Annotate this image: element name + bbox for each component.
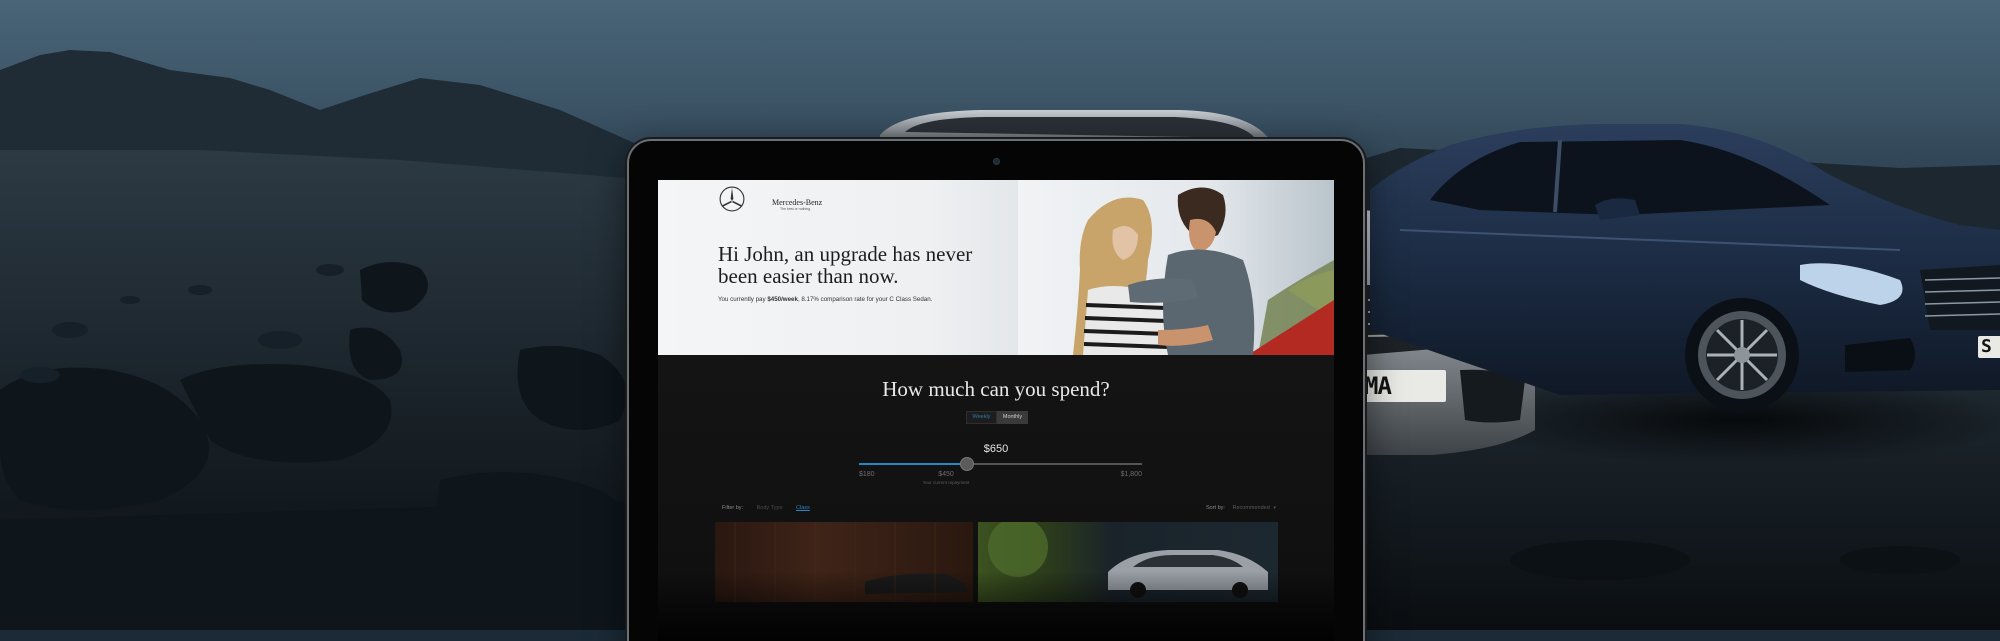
toggle-weekly[interactable]: Weekly bbox=[966, 411, 997, 424]
license-plate-front: MA 6317 bbox=[1364, 372, 1392, 400]
couple-photo bbox=[1018, 180, 1334, 355]
screen-bottom-fade bbox=[658, 571, 1334, 641]
subtitle-suffix: , 8.17% comparison rate for your C Class… bbox=[797, 296, 933, 303]
brand-tagline: The best or nothing. bbox=[780, 207, 812, 211]
slider-fill bbox=[859, 463, 967, 465]
slider-thumb[interactable] bbox=[960, 458, 973, 470]
filter-bar: Filter by: Body Type Class bbox=[722, 505, 822, 511]
brand-name: Mercedes-Benz bbox=[772, 197, 823, 207]
hero-banner: Mercedes-Benz The best or nothing. Hi Jo… bbox=[658, 180, 1334, 355]
hero-subtitle: You currently pay $450/week, 8.17% compa… bbox=[718, 296, 1018, 303]
filter-label: Filter by: bbox=[722, 505, 744, 511]
mercedes-star-icon bbox=[719, 186, 745, 212]
budget-amount: $650 bbox=[983, 443, 1009, 455]
sort-value: Recommended bbox=[1232, 505, 1270, 511]
sort-control[interactable]: Sort by: Recommended ▾ bbox=[1206, 505, 1276, 511]
laptop-screen: Mercedes-Benz The best or nothing. Hi Jo… bbox=[658, 180, 1334, 641]
slider-min-label: $180 bbox=[859, 471, 875, 478]
toggle-monthly[interactable]: Monthly bbox=[997, 411, 1028, 424]
hero-title: Hi John, an upgrade has never been easie… bbox=[718, 242, 973, 288]
slider-max-label: $1,800 bbox=[1120, 471, 1142, 478]
filter-body-type[interactable]: Body Type bbox=[757, 505, 783, 511]
slider-current-caption: Your current repayment bbox=[922, 480, 970, 485]
subtitle-amount: $450/week bbox=[767, 296, 798, 303]
license-plate-right: S bbox=[1981, 336, 1992, 357]
budget-title: How much can you spend? bbox=[882, 377, 1110, 401]
budget-section: How much can you spend? Weekly Monthly $… bbox=[658, 355, 1334, 641]
chevron-down-icon: ▾ bbox=[1273, 505, 1276, 511]
budget-slider[interactable] bbox=[859, 458, 1142, 470]
webcam-dot bbox=[994, 159, 999, 164]
laptop-mockup: Mercedes-Benz The best or nothing. Hi Jo… bbox=[629, 141, 1363, 641]
subtitle-prefix: You currently pay bbox=[718, 296, 768, 303]
sort-label: Sort by: bbox=[1206, 505, 1225, 511]
frequency-toggle: Weekly Monthly bbox=[966, 411, 1028, 424]
filter-class[interactable]: Class bbox=[796, 505, 810, 511]
slider-current-label: $450 bbox=[938, 471, 954, 478]
